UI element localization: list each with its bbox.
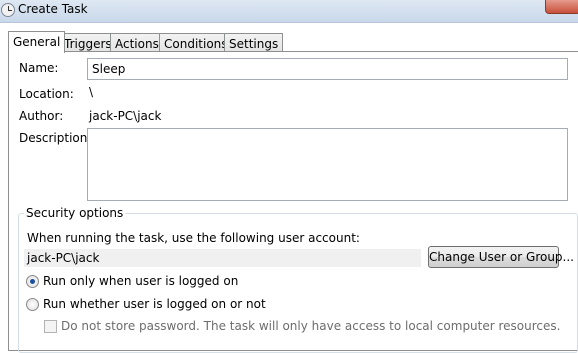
location-label: Location:: [19, 87, 74, 101]
close-button[interactable]: [545, 0, 578, 14]
run-whether-radio[interactable]: [26, 298, 39, 311]
change-user-button[interactable]: Change User or Group...: [428, 246, 574, 268]
store-password-checkbox[interactable]: [44, 320, 57, 333]
tab-conditions[interactable]: Conditions: [159, 33, 233, 52]
run-whether-label[interactable]: Run whether user is logged on or not: [43, 297, 266, 311]
security-options-legend: Security options: [24, 206, 126, 220]
name-label: Name:: [19, 61, 59, 75]
tab-triggers[interactable]: Triggers: [59, 33, 117, 52]
run-logged-on-radio[interactable]: [26, 275, 39, 288]
description-label: Description:: [19, 131, 92, 145]
tab-actions[interactable]: Actions: [110, 33, 164, 52]
title-bar: Create Task: [0, 0, 578, 23]
tab-settings[interactable]: Settings: [224, 33, 284, 52]
store-password-label[interactable]: Do not store password. The task will onl…: [61, 319, 560, 333]
run-logged-on-label[interactable]: Run only when user is logged on: [43, 274, 238, 288]
author-value: jack-PC\jack: [89, 109, 162, 123]
clock-icon: [1, 3, 15, 17]
description-field[interactable]: [87, 128, 568, 201]
window-title: Create Task: [18, 2, 88, 16]
user-account-field: jack-PC\jack: [24, 249, 421, 267]
author-label: Author:: [19, 109, 64, 123]
account-prompt: When running the task, use the following…: [27, 231, 360, 245]
tab-general[interactable]: General: [8, 31, 66, 53]
name-field[interactable]: [87, 58, 568, 80]
location-value: \: [89, 85, 94, 99]
